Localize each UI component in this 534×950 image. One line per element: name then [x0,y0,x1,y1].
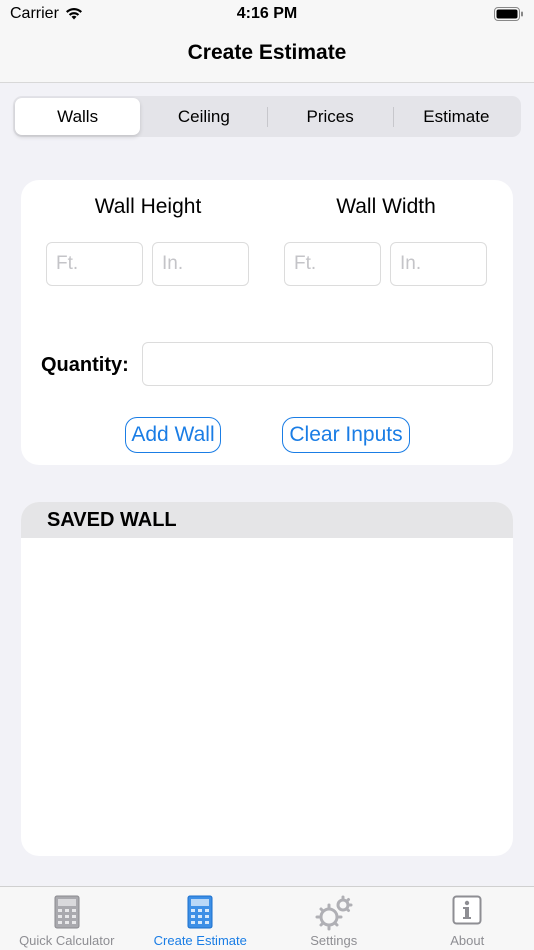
segmented-control: Walls Ceiling Prices Estimate [13,96,521,137]
status-bar: Carrier 4:16 PM [0,0,534,30]
add-wall-button[interactable]: Add Wall [125,417,221,453]
segment-ceiling[interactable]: Ceiling [141,98,266,135]
segment-prices[interactable]: Prices [268,98,393,135]
wall-width-inches-input[interactable] [390,242,487,286]
segment-estimate[interactable]: Estimate [394,98,519,135]
quantity-input[interactable] [142,342,493,386]
quantity-label: Quantity: [41,354,129,376]
tab-quick-calculator[interactable]: Quick Calculator [0,887,134,950]
wall-width-feet-input[interactable] [284,242,381,286]
tab-label: Create Estimate [153,933,247,948]
saved-wall-list[interactable]: SAVED WALL [21,502,513,856]
tab-create-estimate[interactable]: Create Estimate [134,887,268,950]
wall-height-feet-input[interactable] [46,242,143,286]
wall-input-card: Wall Height Wall Width Quantity: Add Wal… [21,180,513,465]
saved-wall-header: SAVED WALL [21,502,513,538]
tab-label: Quick Calculator [19,933,115,948]
gears-icon [314,895,354,936]
tab-label: Settings [310,933,358,948]
clear-inputs-button[interactable]: Clear Inputs [282,417,410,453]
info-icon [452,895,482,930]
tab-about[interactable]: About [401,887,534,950]
tab-label: About [450,933,485,948]
wall-width-label: Wall Width [336,195,436,218]
battery-icon [494,7,524,26]
calculator-blue-icon [187,895,213,934]
segment-walls[interactable]: Walls [15,98,141,135]
navigation-bar: Create Estimate [0,30,534,83]
tab-bar: Quick Calculator Create Estimate Setting… [0,886,534,950]
page-title: Create Estimate [187,41,347,64]
status-time: 4:16 PM [236,5,298,22]
wall-height-label: Wall Height [94,195,202,218]
calculator-icon [54,895,80,934]
wall-height-inches-input[interactable] [152,242,249,286]
tab-settings[interactable]: Settings [267,887,401,950]
